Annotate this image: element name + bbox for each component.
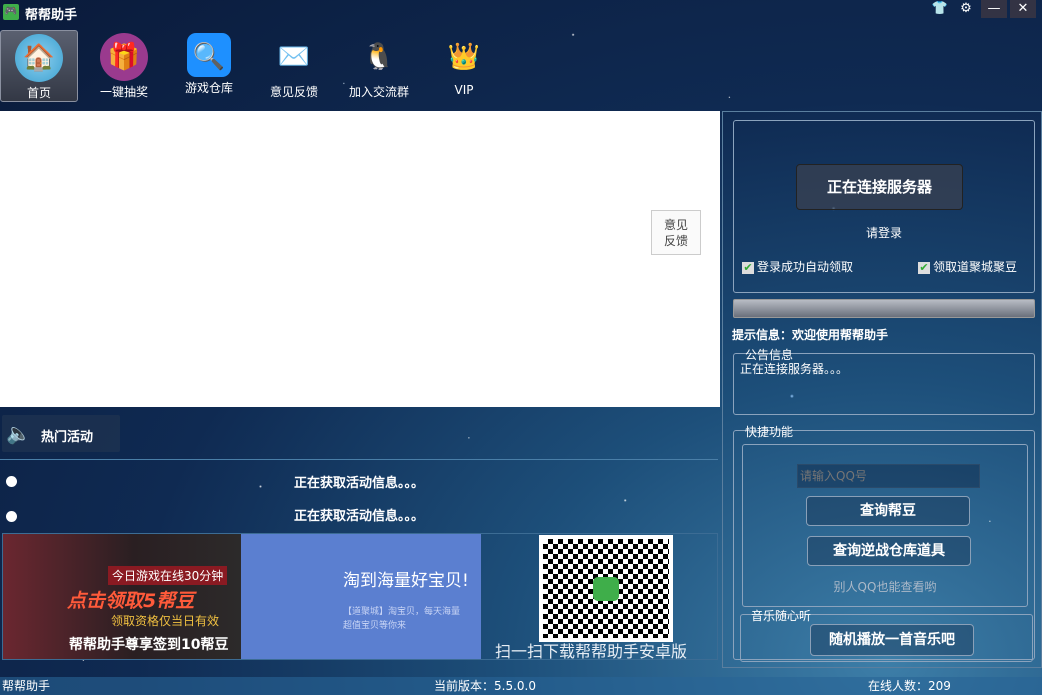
nav-home[interactable]: 🏠 首页 — [0, 30, 78, 102]
window-title: 帮帮助手 — [25, 8, 78, 23]
status-app-name: 帮帮助手 — [2, 679, 51, 693]
nav-feedback[interactable]: ✉️ 意见反馈 — [255, 30, 333, 102]
music-group: 音乐随心听 随机播放一首音乐吧 — [740, 609, 1033, 662]
ad-banner-daojucheng[interactable]: 淘到海量好宝贝! 【道聚城】淘宝贝，每天海量 超值宝贝等你来 — [241, 534, 481, 659]
ad-text: 领取资格仅当日有效 — [111, 614, 220, 628]
minimize-button[interactable]: — — [981, 0, 1007, 18]
ad-caption: 帮帮助手尊享签到10帮豆 — [69, 637, 229, 653]
divider — [0, 459, 718, 460]
ad-text: 超值宝贝等你来 — [343, 621, 407, 631]
gift-icon: 🎁 — [100, 33, 148, 81]
qr-code — [539, 535, 673, 642]
skin-shirt-icon[interactable]: 👕 — [927, 0, 953, 18]
ad-headline: 淘到海量好宝贝! — [343, 571, 469, 591]
ad-text: 【道聚城】淘宝贝，每天海量 — [343, 607, 461, 617]
speaker-icon: 🔈 — [6, 421, 31, 445]
nav-label: 意见反馈 — [269, 85, 318, 99]
quick-functions-group: 快捷功能 查询帮豆 查询逆战仓库道具 别人QQ也能查看哟 音乐随心听 随机播放一… — [733, 425, 1035, 662]
checkmark-icon: ✔ — [918, 260, 930, 274]
query-warehouse-button[interactable]: 查询逆战仓库道具 — [807, 536, 971, 566]
activity-row[interactable]: 正在获取活动信息。。。 — [0, 472, 718, 492]
qr-caption: 扫一扫下载帮帮助手安卓版 — [495, 642, 688, 661]
version-value: 5.5.0.0 — [494, 679, 536, 693]
nav-game-warehouse[interactable]: 🔍 游戏仓库 — [170, 30, 248, 102]
close-button[interactable]: ✕ — [1010, 0, 1036, 18]
feedback-button[interactable]: 意见 反馈 — [651, 210, 701, 255]
auto-claim-checkbox[interactable]: ✔ 登录成功自动领取 — [742, 258, 853, 275]
quick-legend: 快捷功能 — [745, 425, 794, 439]
nav-label: 游戏仓库 — [184, 81, 233, 95]
music-legend: 音乐随心听 — [751, 609, 812, 623]
nav-lottery[interactable]: 🎁 一键抽奖 — [85, 30, 163, 102]
nav-label: 加入交流群 — [348, 85, 409, 99]
hot-activities-header: 🔈 热门活动 — [2, 415, 120, 452]
quick-hint: 别人QQ也能查看哟 — [833, 580, 937, 594]
qq-number-input[interactable] — [797, 464, 980, 488]
login-group: 正在连接服务器 请登录 ✔ 登录成功自动领取 ✔ 领取道聚城聚豆 — [733, 120, 1035, 293]
envelope-icon: ✉️ — [277, 42, 311, 72]
progress-bar — [733, 299, 1035, 318]
activity-row[interactable]: 正在获取活动信息。。。 — [0, 505, 718, 525]
quick-inner-box: 查询帮豆 查询逆战仓库道具 别人QQ也能查看哟 — [742, 444, 1028, 607]
search-icon: 🔍 — [187, 33, 231, 77]
nav-join-group[interactable]: 🐧 加入交流群 — [340, 30, 418, 102]
notice-text: 正在连接服务器。。。 — [740, 362, 849, 376]
login-prompt: 请登录 — [865, 226, 902, 240]
nav-label: 首页 — [26, 86, 51, 100]
gamepad-icon — [593, 577, 619, 601]
gamepad-icon: 🎮 — [3, 4, 19, 20]
activity-text: 正在获取活动信息。。。 — [293, 476, 424, 491]
nav-label: VIP — [454, 83, 474, 97]
status-bar: 帮帮助手 当前版本：5.5.0.0 在线人数：209 — [0, 677, 1042, 695]
connect-server-button[interactable]: 正在连接服务器 — [796, 164, 963, 210]
ad-text: 点击领取5帮豆 — [67, 590, 195, 612]
tip-message: 提示信息：欢迎使用帮帮助手 — [732, 328, 889, 342]
ad-text: 今日游戏在线30分钟 — [108, 566, 228, 585]
nav-vip[interactable]: 👑 VIP — [425, 30, 503, 102]
home-icon: 🏠 — [15, 34, 63, 82]
online-count: 209 — [928, 679, 951, 693]
version-label: 当前版本： — [434, 679, 495, 693]
banner-strip: 今日游戏在线30分钟 点击领取5帮豆 领取资格仅当日有效 帮帮助手尊享签到10帮… — [2, 533, 718, 661]
feedback-label: 意见 — [663, 218, 688, 232]
notice-group: 公告信息 正在连接服务器。。。 — [733, 348, 1035, 415]
query-beans-button[interactable]: 查询帮豆 — [806, 496, 970, 526]
random-music-button[interactable]: 随机播放一首音乐吧 — [810, 624, 974, 656]
feedback-label: 反馈 — [663, 234, 688, 248]
hot-activities-title: 热门活动 — [41, 430, 94, 445]
penguin-icon: 🐧 — [362, 42, 396, 72]
web-content-area: 意见 反馈 — [0, 111, 720, 407]
nav-label: 一键抽奖 — [99, 85, 148, 99]
ad-banner-sign-in[interactable]: 今日游戏在线30分钟 点击领取5帮豆 领取资格仅当日有效 帮帮助手尊享签到10帮… — [3, 534, 241, 659]
checkbox-label: 领取道聚城聚豆 — [933, 260, 1018, 274]
online-label: 在线人数： — [868, 679, 929, 693]
crown-icon: 👑 — [447, 42, 481, 72]
title-bar[interactable]: 🎮 帮帮助手 👕 ⚙ — ✕ — [0, 0, 1042, 25]
activity-text: 正在获取活动信息。。。 — [293, 509, 424, 524]
claim-beans-checkbox[interactable]: ✔ 领取道聚城聚豆 — [918, 258, 1017, 275]
checkmark-icon: ✔ — [742, 260, 754, 274]
gear-icon[interactable]: ⚙ — [953, 0, 979, 18]
checkbox-label: 登录成功自动领取 — [757, 260, 854, 274]
